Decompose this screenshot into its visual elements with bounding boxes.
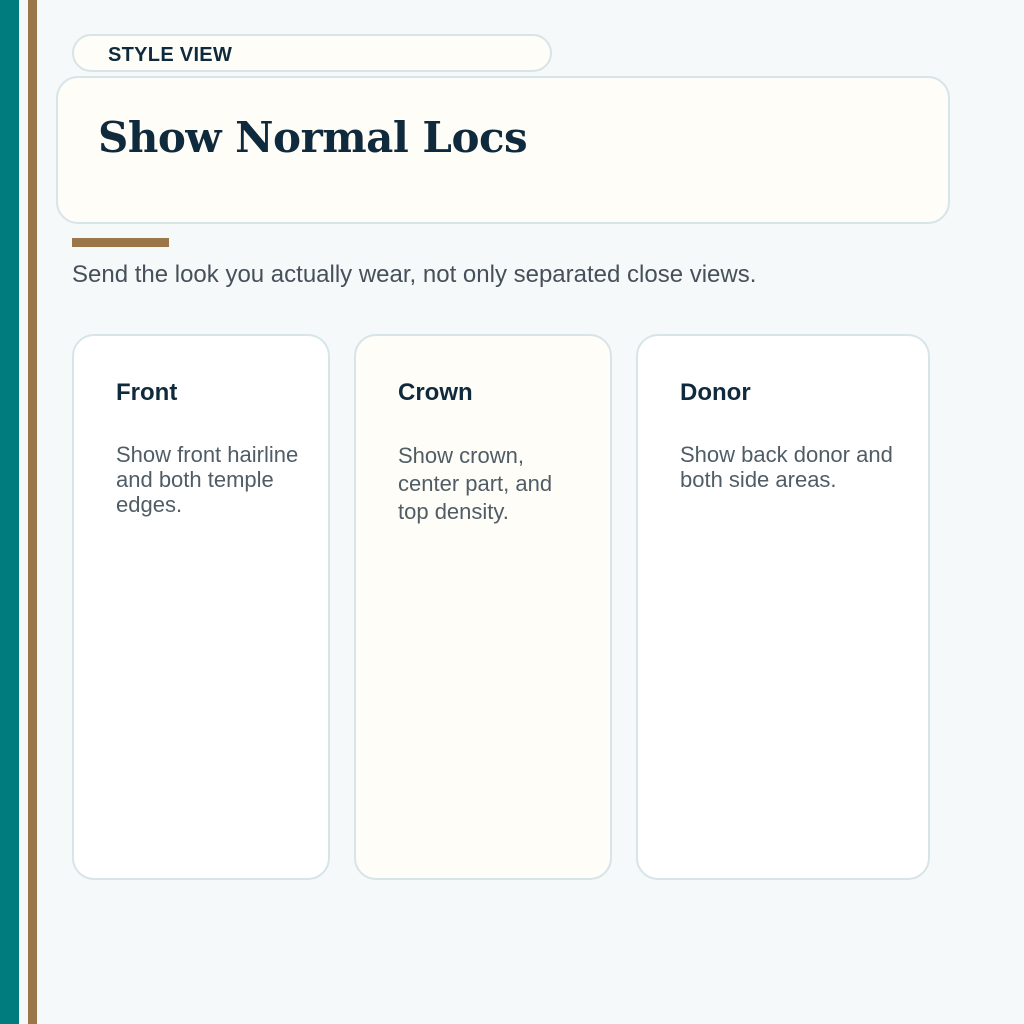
card-description: Show front hairline and both temple edge… [116, 442, 299, 517]
eyebrow-pill: STYLE VIEW [72, 34, 552, 72]
left-rail-primary [0, 0, 19, 1024]
page-subtitle: Send the look you actually wear, not onl… [72, 261, 757, 288]
page: STYLE VIEW Show Normal Locs Send the loo… [0, 0, 1024, 1024]
card-donor: Donor Show back donor and both side area… [636, 334, 930, 880]
card-title: Donor [680, 379, 751, 406]
left-rail-accent [28, 0, 37, 1024]
accent-divider [72, 238, 169, 247]
left-rail-gap [19, 0, 28, 1024]
card-title: Crown [398, 379, 473, 406]
eyebrow-label: STYLE VIEW [108, 44, 233, 66]
card-title: Front [116, 379, 178, 406]
card-crown: Crown Show crown, center part, and top d… [354, 334, 612, 880]
page-title: Show Normal Locs [98, 113, 528, 162]
card-description: Show crown, center part, and top density… [398, 443, 553, 524]
card-description: Show back donor and both side areas. [680, 442, 893, 492]
hero-card: Show Normal Locs [56, 76, 950, 224]
card-front: Front Show front hairline and both templ… [72, 334, 330, 880]
